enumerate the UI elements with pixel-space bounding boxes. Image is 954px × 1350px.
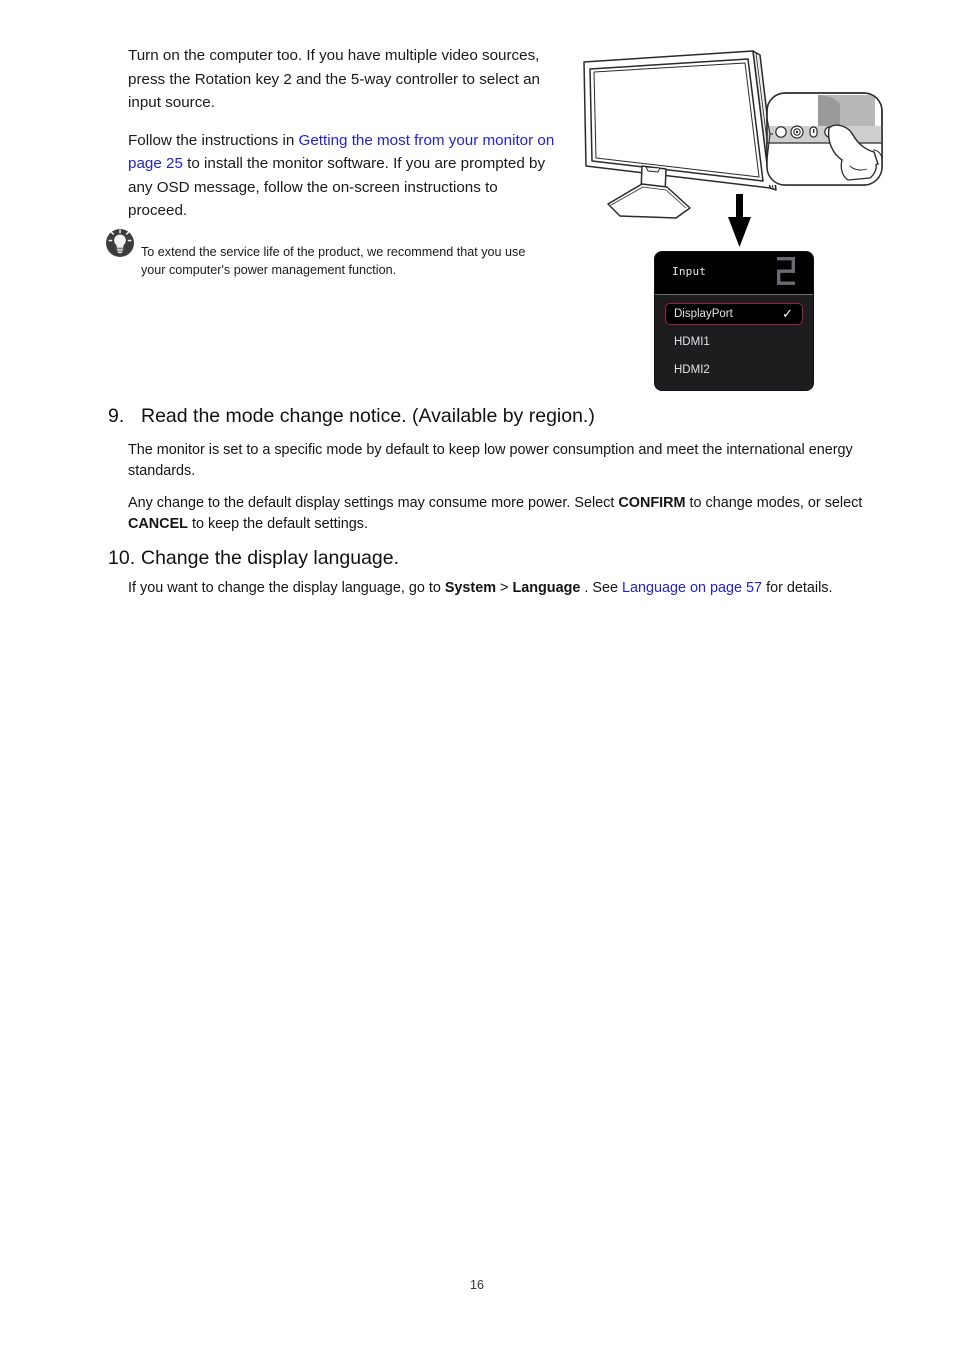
osd-input-options-list: DisplayPort ✓ HDMI1 HDMI2 [655,295,813,381]
section-title: Change the display language. [141,547,400,569]
section-9-paragraph-2: Any change to the default display settin… [128,493,908,535]
osd-option-label: DisplayPort [674,308,733,320]
tip-note-text: To extend the service life of the produc… [141,245,526,277]
down-arrow-icon [712,192,772,252]
sec10-p1-text-4: for details. [762,580,833,596]
sec10-p1-text-3: . See [580,580,623,596]
cancel-label: CANCEL [128,515,188,532]
section-9-paragraph-1: The monitor is set to a specific mode by… [128,442,853,479]
section-heading-10: 10. Change the display language. [108,547,399,570]
osd-option-label: HDMI2 [674,364,710,376]
osd-option-hdmi1[interactable]: HDMI1 [665,331,803,353]
confirm-label: CONFIRM [618,495,686,511]
section-10-paragraph-1: If you want to change the display langua… [128,578,908,599]
intro-text-block: Turn on the computer too. If you have mu… [128,44,558,237]
section-title: Read the mode change notice. (Available … [141,405,595,427]
section-heading-9: 9. Read the mode change notice. (Availabl… [108,405,595,428]
sec10-p1-text-2: > [496,580,513,596]
osd-menu-header: Input [655,252,813,295]
osd-option-displayport[interactable]: DisplayPort ✓ [665,303,803,325]
osd-option-label: HDMI1 [674,336,710,348]
check-icon: ✓ [782,306,793,321]
lightbulb-icon [105,228,135,258]
page-number: 16 [470,1278,484,1292]
osd-input-menu[interactable]: Input DisplayPort ✓ HDMI1 HDMI2 [655,252,813,390]
sec9-p2-text-3: to keep the default settings. [187,515,368,532]
language-menu-label: Language [512,580,581,596]
intro-paragraph-2: Follow the instructions in Getting the m… [128,129,558,223]
intro-para2-text-before: Follow the instructions in [128,131,299,149]
osd-key-number-indicator [773,254,799,288]
osd-menu-title: Input [672,265,707,278]
sec10-p1-text-1: If you want to change the display langua… [128,580,445,596]
osd-option-hdmi2[interactable]: HDMI2 [665,359,803,381]
sec9-p2-text-2: to change modes, or select [685,495,863,511]
section-number: 10. [108,547,136,569]
section-number: 9. [108,405,125,427]
intro-paragraph-1: Turn on the computer too. If you have mu… [128,47,540,112]
cross-reference-link-language[interactable]: Language on page 57 [622,580,762,596]
system-menu-label: System [444,580,497,596]
intro-para2-text-after: to install the monitor software. If you … [128,155,546,220]
sec9-p2-text-1: Any change to the default display settin… [128,495,619,511]
